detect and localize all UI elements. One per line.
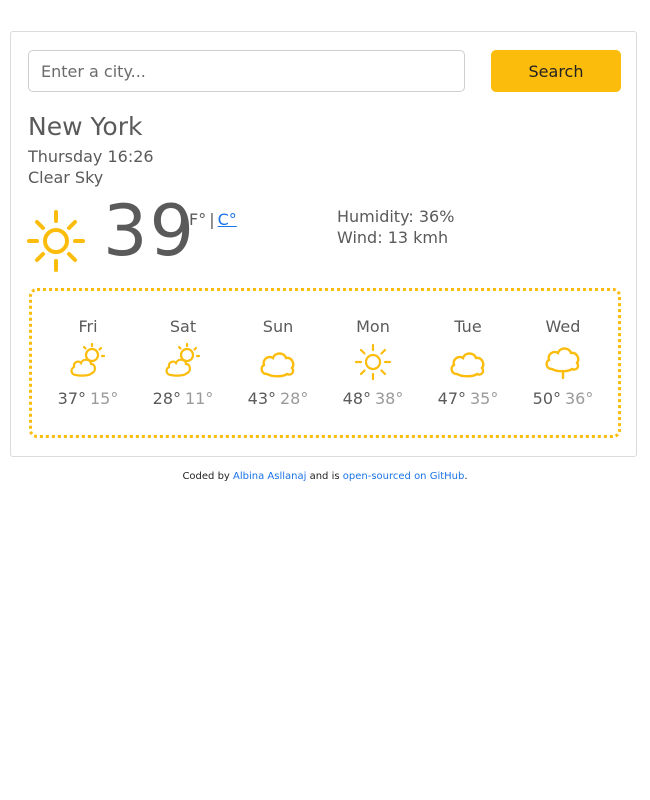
forecast-max: 47° — [437, 389, 466, 408]
forecast-day-name: Fri — [78, 317, 98, 336]
forecast-max: 37° — [57, 389, 86, 408]
cloud-icon — [260, 352, 295, 378]
sun-icon — [27, 210, 85, 272]
forecast-min: 11° — [185, 389, 214, 408]
forecast-day: Fri 37° 15° — [41, 291, 135, 435]
forecast-temps: 28° 11° — [136, 389, 230, 408]
cloud-icon — [450, 352, 485, 378]
forecast-day-name: Wed — [545, 317, 581, 336]
celsius-link[interactable]: C° — [218, 210, 237, 229]
sun-icon — [354, 343, 392, 381]
footer: Coded by Albina Asllanaj and is open-sou… — [0, 471, 650, 482]
city-search-input[interactable] — [28, 50, 465, 92]
wind: Wind: 13 kmh — [337, 228, 449, 247]
partly-cloudy-icon — [165, 342, 201, 377]
forecast-temps: 37° 15° — [41, 389, 135, 408]
unit-separator: | — [209, 210, 215, 229]
weather-condition: Clear Sky — [28, 168, 104, 187]
forecast-min: 28° — [280, 389, 309, 408]
forecast-day: Wed 50° 36° — [516, 291, 610, 435]
forecast-day-name: Sun — [262, 317, 294, 336]
forecast-min: 36° — [565, 389, 594, 408]
author-link[interactable]: Albina Asllanaj — [233, 471, 306, 482]
forecast-day-name: Tue — [454, 317, 482, 336]
unit-toggle: F° | C° — [189, 210, 237, 229]
current-temperature: 39 — [103, 190, 197, 272]
forecast-max: 50° — [532, 389, 561, 408]
forecast-day: Tue 47° 35° — [421, 291, 515, 435]
search-button[interactable]: Search — [491, 50, 621, 92]
fahrenheit-unit: F° — [189, 210, 207, 229]
city-name: New York — [28, 112, 143, 141]
forecast-panel: Fri 37° 15° Sat 28° 11° Sun 43° 28° Mon … — [29, 288, 621, 438]
forecast-day: Mon 48° 38° — [326, 291, 420, 435]
forecast-temps: 50° 36° — [516, 389, 610, 408]
forecast-temps: 47° 35° — [421, 389, 515, 408]
forecast-min: 38° — [375, 389, 404, 408]
forecast-temps: 48° 38° — [326, 389, 420, 408]
forecast-day: Sat 28° 11° — [136, 291, 230, 435]
footer-middle: and is — [309, 471, 340, 482]
rain-icon — [545, 347, 580, 380]
weather-card: Search New York Thursday 16:26 Clear Sky… — [10, 31, 637, 457]
forecast-temps: 43° 28° — [231, 389, 325, 408]
footer-suffix: . — [464, 471, 468, 482]
forecast-day: Sun 43° 28° — [231, 291, 325, 435]
forecast-day-name: Sat — [169, 317, 197, 336]
github-link[interactable]: open-sourced on GitHub — [343, 471, 465, 482]
forecast-day-name: Mon — [356, 317, 390, 336]
date-time: Thursday 16:26 — [28, 147, 154, 166]
forecast-max: 48° — [342, 389, 371, 408]
footer-prefix: Coded by — [182, 471, 230, 482]
humidity: Humidity: 36% — [337, 207, 455, 226]
forecast-max: 43° — [247, 389, 276, 408]
partly-cloudy-icon — [70, 342, 106, 377]
forecast-max: 28° — [152, 389, 181, 408]
forecast-min: 15° — [90, 389, 119, 408]
forecast-min: 35° — [470, 389, 499, 408]
